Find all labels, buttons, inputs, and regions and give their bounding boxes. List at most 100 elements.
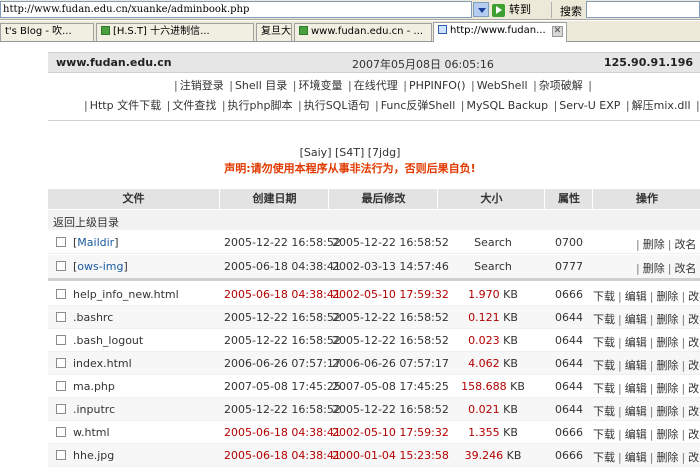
dir-name[interactable]: [Maildir] bbox=[73, 236, 119, 249]
file-name[interactable]: hhe.jpg bbox=[73, 449, 114, 462]
search-input[interactable] bbox=[586, 1, 700, 18]
edit-link[interactable]: 编辑 bbox=[625, 313, 647, 326]
delete-link[interactable]: 删除 bbox=[656, 359, 678, 372]
menu-http-download[interactable]: Http 文件下载 bbox=[90, 99, 161, 112]
download-link[interactable]: 下载 bbox=[593, 405, 615, 418]
row-checkbox[interactable] bbox=[56, 237, 66, 247]
created-date: 2006-06-26 07:57:17 bbox=[224, 357, 341, 370]
tab-current[interactable]: http://www.fudan... ✕ bbox=[433, 22, 567, 42]
menu-mysql-backup[interactable]: MySQL Backup bbox=[466, 99, 548, 112]
menu-shell-dir[interactable]: Shell 目录 bbox=[235, 79, 287, 92]
edit-link[interactable]: 编辑 bbox=[625, 428, 647, 441]
table-row: ma.php 2007-05-08 17:45:25 2007-05-08 17:4… bbox=[48, 375, 700, 398]
rename-link[interactable]: 改名 bbox=[688, 382, 700, 395]
go-button[interactable]: 转到 bbox=[492, 1, 544, 19]
delete-link[interactable]: 删除 bbox=[643, 262, 665, 275]
permissions[interactable]: 0644 bbox=[545, 403, 593, 416]
file-name[interactable]: help_info_new.html bbox=[73, 288, 179, 301]
menu-misc-crack[interactable]: 杂项破解 bbox=[539, 79, 583, 92]
rename-link[interactable]: 改名 bbox=[688, 313, 700, 326]
dir-name[interactable]: [ows-img] bbox=[73, 260, 128, 273]
menu-exec-sql[interactable]: 执行SQL语句 bbox=[304, 99, 370, 112]
download-link[interactable]: 下载 bbox=[593, 290, 615, 303]
rename-link[interactable]: 改名 bbox=[688, 428, 700, 441]
row-checkbox[interactable] bbox=[56, 335, 66, 345]
permissions[interactable]: 0644 bbox=[545, 357, 593, 370]
rename-link[interactable]: 改名 bbox=[688, 290, 700, 303]
file-name[interactable]: .bash_logout bbox=[73, 334, 143, 347]
dir-search-link[interactable]: Search bbox=[441, 260, 545, 273]
menu-env-vars[interactable]: 环境变量 bbox=[299, 79, 343, 92]
download-link[interactable]: 下载 bbox=[593, 428, 615, 441]
edit-link[interactable]: 编辑 bbox=[625, 405, 647, 418]
file-name[interactable]: index.html bbox=[73, 357, 132, 370]
download-link[interactable]: 下载 bbox=[593, 336, 615, 349]
author-links[interactable]: [Saiy] [S4T] [7jdg] bbox=[0, 146, 700, 159]
permissions[interactable]: 0666 bbox=[545, 426, 593, 439]
permissions[interactable]: 0644 bbox=[545, 311, 593, 324]
row-checkbox[interactable] bbox=[56, 450, 66, 460]
rename-link[interactable]: 改名 bbox=[674, 262, 696, 275]
modified-date: 2007-05-08 17:45:25 bbox=[332, 380, 449, 393]
tab-hst[interactable]: [H.S.T] 十六进制信... bbox=[96, 23, 254, 41]
permissions[interactable]: 0644 bbox=[545, 380, 593, 393]
row-checkbox[interactable] bbox=[56, 289, 66, 299]
up-dir-row[interactable]: 返回上级目录 bbox=[48, 210, 700, 230]
permissions[interactable]: 0700 bbox=[545, 236, 593, 249]
row-checkbox[interactable] bbox=[56, 261, 66, 271]
tab-fudan-university[interactable]: 复旦大学 bbox=[256, 23, 292, 41]
file-name[interactable]: .inputrc bbox=[73, 403, 115, 416]
menu-logout[interactable]: 注销登录 bbox=[180, 79, 224, 92]
edit-link[interactable]: 编辑 bbox=[625, 451, 647, 464]
download-link[interactable]: 下载 bbox=[593, 359, 615, 372]
menu-extract-dll[interactable]: 解压mix.dll bbox=[632, 99, 691, 112]
rename-link[interactable]: 改名 bbox=[688, 451, 700, 464]
delete-link[interactable]: 删除 bbox=[656, 451, 678, 464]
download-link[interactable]: 下载 bbox=[593, 313, 615, 326]
delete-link[interactable]: 删除 bbox=[656, 313, 678, 326]
delete-link[interactable]: 删除 bbox=[656, 382, 678, 395]
download-link[interactable]: 下载 bbox=[593, 451, 615, 464]
menu-webshell[interactable]: WebShell bbox=[477, 79, 528, 92]
rename-link[interactable]: 改名 bbox=[674, 238, 696, 251]
file-name[interactable]: ma.php bbox=[73, 380, 115, 393]
permissions[interactable]: 0644 bbox=[545, 334, 593, 347]
menu-reverse-shell[interactable]: Func反弹Shell bbox=[381, 99, 456, 112]
menu-file-search[interactable]: 文件查找 bbox=[172, 99, 216, 112]
permissions[interactable]: 0666 bbox=[545, 288, 593, 301]
delete-link[interactable]: 删除 bbox=[656, 290, 678, 303]
file-name[interactable]: w.html bbox=[73, 426, 110, 439]
edit-link[interactable]: 编辑 bbox=[625, 359, 647, 372]
permissions[interactable]: 0666 bbox=[545, 449, 593, 462]
menu-exec-php[interactable]: 执行php脚本 bbox=[228, 99, 293, 112]
delete-link[interactable]: 删除 bbox=[656, 336, 678, 349]
file-name[interactable]: .bashrc bbox=[73, 311, 113, 324]
permissions[interactable]: 0777 bbox=[545, 260, 593, 273]
row-checkbox[interactable] bbox=[56, 381, 66, 391]
address-input[interactable]: http://www.fudan.edu.cn/xuanke/adminbook… bbox=[0, 1, 472, 18]
divider bbox=[48, 120, 700, 121]
rename-link[interactable]: 改名 bbox=[688, 336, 700, 349]
menu-online-proxy[interactable]: 在线代理 bbox=[354, 79, 398, 92]
menu-phpinfo[interactable]: PHPINFO() bbox=[409, 79, 466, 92]
rename-link[interactable]: 改名 bbox=[688, 405, 700, 418]
edit-link[interactable]: 编辑 bbox=[625, 290, 647, 303]
dir-search-link[interactable]: Search bbox=[441, 236, 545, 249]
delete-link[interactable]: 删除 bbox=[656, 405, 678, 418]
row-checkbox[interactable] bbox=[56, 358, 66, 368]
up-dir-link[interactable]: 返回上级目录 bbox=[53, 214, 119, 230]
tab-fudan-site[interactable]: www.fudan.edu.cn - ... bbox=[294, 23, 432, 41]
delete-link[interactable]: 删除 bbox=[656, 428, 678, 441]
close-icon[interactable]: ✕ bbox=[552, 26, 563, 37]
edit-link[interactable]: 编辑 bbox=[625, 336, 647, 349]
row-checkbox[interactable] bbox=[56, 312, 66, 322]
download-link[interactable]: 下载 bbox=[593, 382, 615, 395]
edit-link[interactable]: 编辑 bbox=[625, 382, 647, 395]
row-checkbox[interactable] bbox=[56, 427, 66, 437]
row-checkbox[interactable] bbox=[56, 404, 66, 414]
address-dropdown-icon[interactable] bbox=[473, 2, 489, 17]
menu-servu-exp[interactable]: Serv-U EXP bbox=[559, 99, 620, 112]
delete-link[interactable]: 删除 bbox=[643, 238, 665, 251]
rename-link[interactable]: 改名 bbox=[688, 359, 700, 372]
tab-blog[interactable]: t's Blog - 吹... bbox=[0, 23, 94, 41]
